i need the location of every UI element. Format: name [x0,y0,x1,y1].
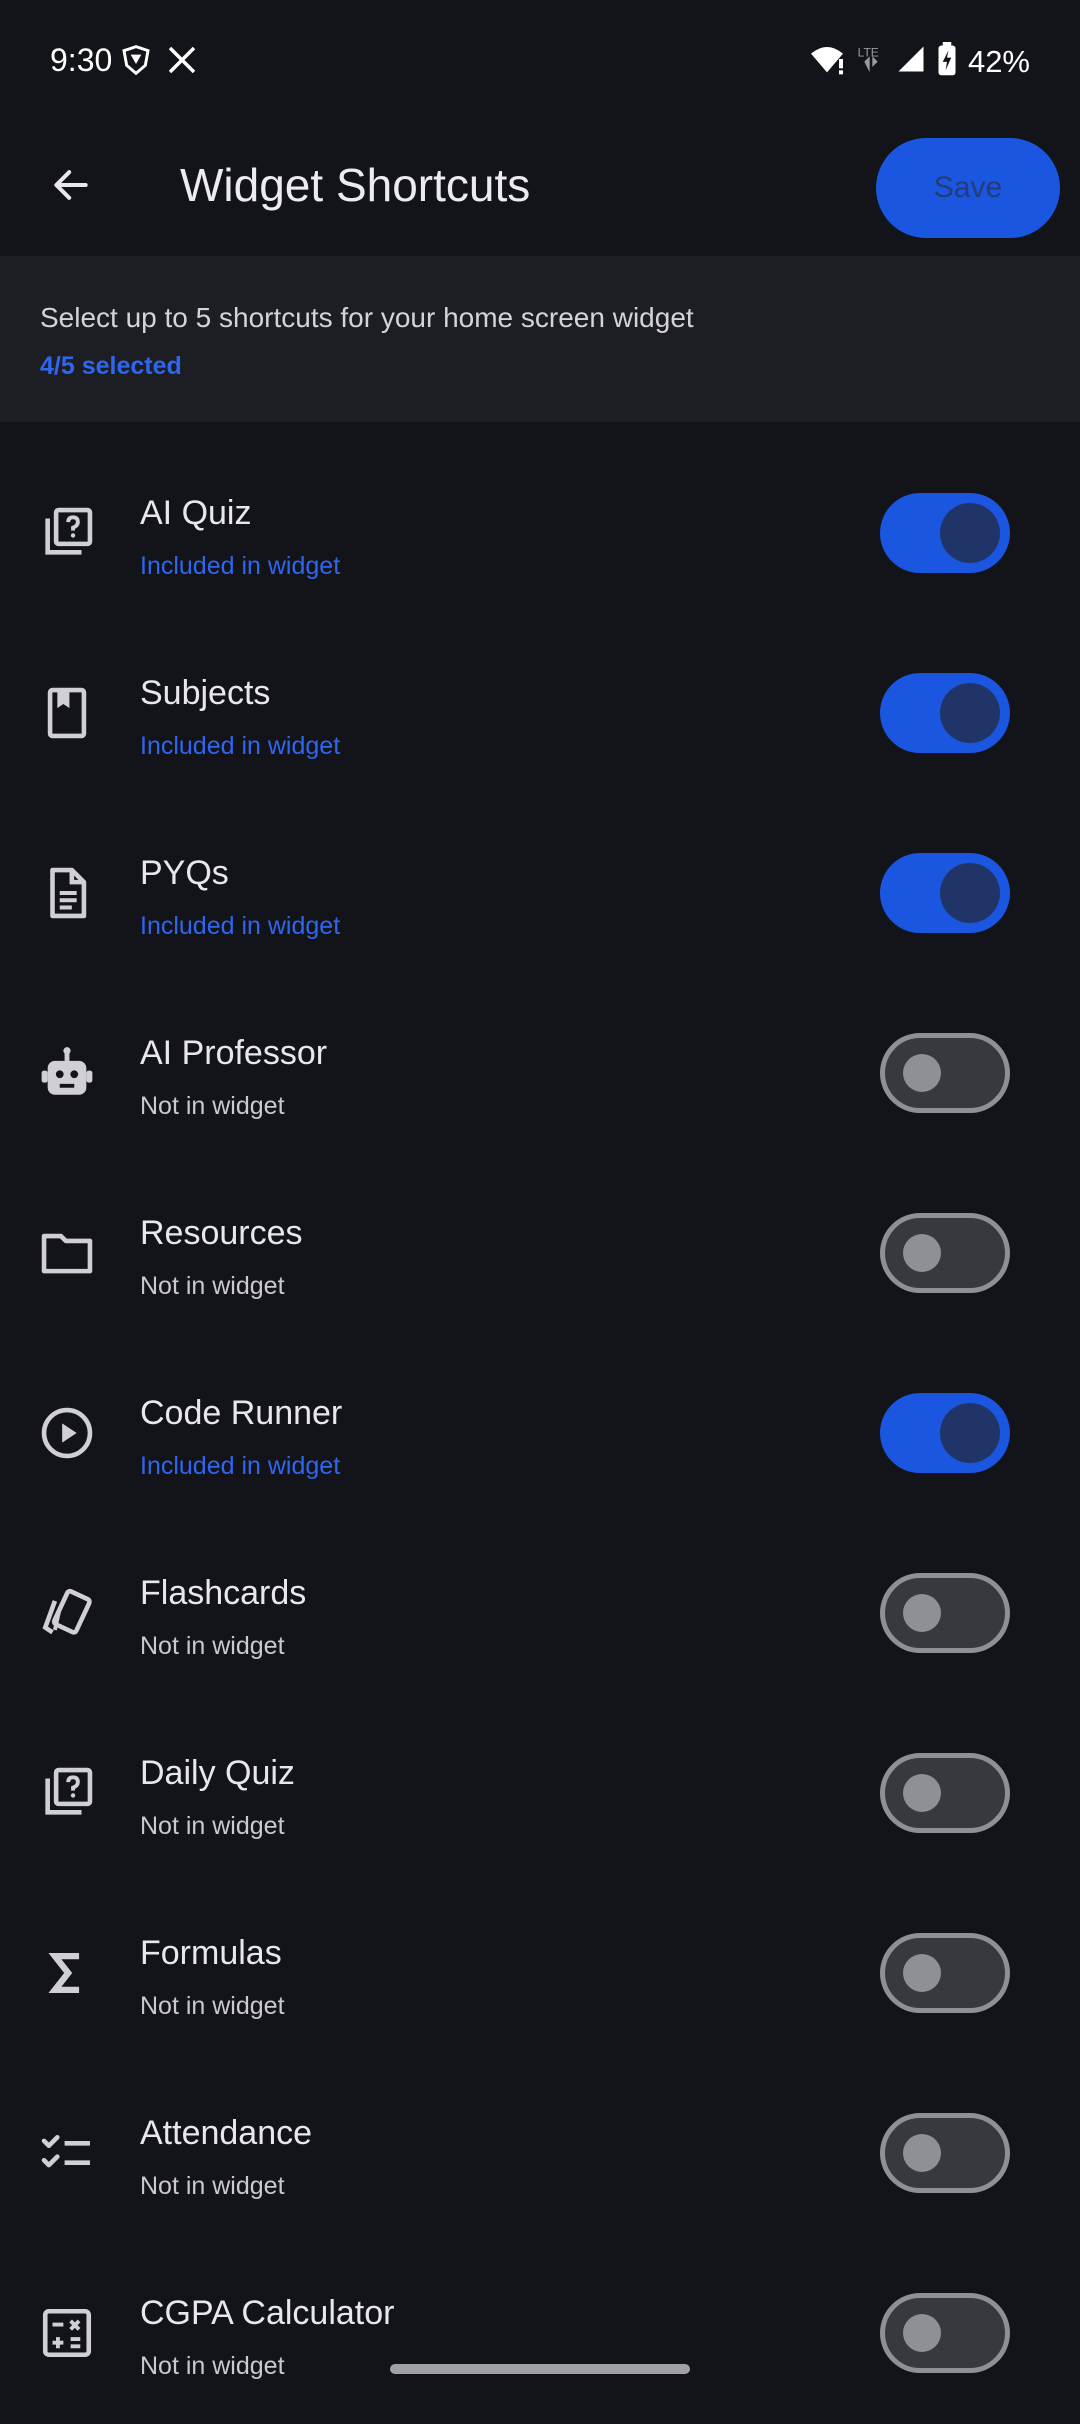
selection-count: 4/5 selected [40,352,182,380]
list-item-title: Code Runner [140,1394,343,1432]
page-title: Widget Shortcuts [180,159,531,211]
list-item-ai-quiz[interactable]: AI Quiz Included in widget [0,444,1080,624]
svg-text:LTE: LTE [858,45,879,59]
toggle-knob [903,1054,941,1092]
battery-percentage: 42% [967,43,1030,79]
arrow-left-icon [49,163,93,212]
toggle-knob [940,683,1000,743]
toggle-knob [940,863,1000,923]
toggle-knob [903,1234,941,1272]
document-icon [38,864,96,922]
toggle-knob [940,503,1000,563]
list-item-title: Attendance [140,2114,313,2152]
x-app-icon [166,44,198,81]
toggle-switch[interactable] [880,1033,1010,1113]
list-item-title: Subjects [140,674,271,712]
list-item-formulas[interactable]: Formulas Not in widget [0,1884,1080,2064]
list-item-ai-professor[interactable]: AI Professor Not in widget [0,984,1080,1164]
toggle-knob [903,1594,941,1632]
battery-charging-icon [936,42,958,81]
toggle-switch[interactable] [880,1393,1010,1473]
list-item-title: Resources [140,1214,303,1252]
toggle-switch[interactable] [880,853,1010,933]
toggle-switch[interactable] [880,1933,1010,2013]
toggle-knob [903,2134,941,2172]
wifi-icon [808,43,846,80]
list-item-status: Not in widget [140,2352,285,2380]
list-item-status: Not in widget [140,1092,285,1120]
shield-notification-icon [120,44,152,81]
list-item-code-runner[interactable]: Code Runner Included in widget [0,1344,1080,1524]
sigma-icon [38,1944,96,2002]
list-item-status: Not in widget [140,1272,285,1300]
list-item-title: Daily Quiz [140,1754,295,1792]
list-item-attendance[interactable]: Attendance Not in widget [0,2064,1080,2244]
list-item-status: Not in widget [140,2172,285,2200]
toggle-switch[interactable] [880,2113,1010,2193]
list-item-status: Included in widget [140,912,341,940]
toggle-knob [903,1774,941,1812]
list-item-title: PYQs [140,854,229,892]
home-indicator[interactable] [390,2364,690,2374]
info-description: Select up to 5 shortcuts for your home s… [40,302,694,333]
signal-icon [896,43,926,80]
list-item-status: Included in widget [140,552,341,580]
list-item-pyqs[interactable]: PYQs Included in widget [0,804,1080,984]
toggle-switch[interactable] [880,1573,1010,1653]
list-item-title: Flashcards [140,1574,307,1612]
quiz-icon [38,504,96,562]
toggle-switch[interactable] [880,1753,1010,1833]
toggle-switch[interactable] [880,2293,1010,2373]
toggle-switch[interactable] [880,673,1010,753]
status-left-icons [120,44,198,81]
list-item-title: CGPA Calculator [140,2294,395,2332]
list-item-daily-quiz[interactable]: Daily Quiz Not in widget [0,1704,1080,1884]
bookmark-book-icon [38,684,96,742]
play-circle-icon [38,1404,96,1462]
list-item-title: Formulas [140,1934,282,1972]
toggle-switch[interactable] [880,1213,1010,1293]
list-item-resources[interactable]: Resources Not in widget [0,1164,1080,1344]
status-right-icons: LTE 42% [808,42,1030,81]
save-button[interactable]: Save [876,138,1060,238]
status-time: 9:30 [50,42,113,78]
robot-icon [38,1044,96,1102]
toggle-knob [940,1403,1000,1463]
shortcut-list: AI Quiz Included in widget Subjects Incl… [0,444,1080,2424]
app-bar: Widget Shortcuts Save [0,120,1080,256]
lte-icon: LTE [856,43,886,80]
toggle-switch[interactable] [880,493,1010,573]
list-item-flashcards[interactable]: Flashcards Not in widget [0,1524,1080,1704]
checklist-icon [38,2124,96,2182]
calculator-icon [38,2304,96,2362]
list-item-title: AI Quiz [140,494,252,532]
list-item-cgpa-calculator[interactable]: CGPA Calculator Not in widget [0,2244,1080,2424]
quiz-icon [38,1764,96,1822]
list-item-status: Not in widget [140,1812,285,1840]
status-bar: 9:30 LTE 42% [0,0,1080,120]
list-item-title: AI Professor [140,1034,328,1072]
toggle-knob [903,1954,941,1992]
list-item-status: Not in widget [140,1632,285,1660]
list-item-status: Not in widget [140,1992,285,2020]
list-item-subjects[interactable]: Subjects Included in widget [0,624,1080,804]
flashcards-icon [38,1584,96,1642]
info-banner: Select up to 5 shortcuts for your home s… [0,256,1080,422]
back-button[interactable] [34,150,108,224]
folder-icon [38,1224,96,1282]
list-item-status: Included in widget [140,1452,341,1480]
toggle-knob [903,2314,941,2352]
list-item-status: Included in widget [140,732,341,760]
